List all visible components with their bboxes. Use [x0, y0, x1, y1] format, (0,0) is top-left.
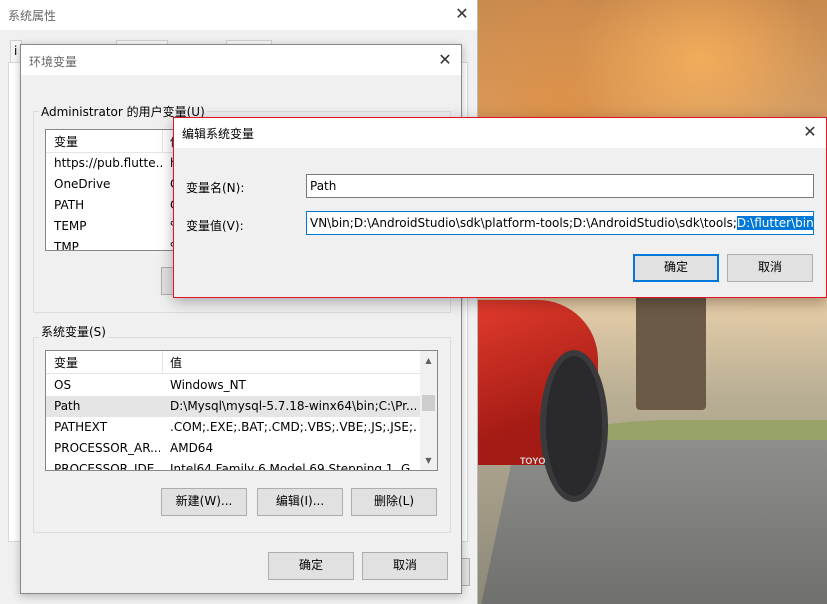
system-properties-title: 系统属性	[8, 9, 57, 23]
system-col-value[interactable]: 值	[170, 354, 182, 371]
scrollbar-thumb[interactable]	[422, 395, 435, 411]
user-row[interactable]: TMP %	[46, 237, 194, 251]
system-variables-scrollbar[interactable]: ▲ ▼	[420, 351, 437, 470]
system-row-value: D:\Mysql\mysql-5.7.18-winx64\bin;C:\Pr..…	[170, 399, 416, 413]
system-properties-titlebar: 系统属性 ✕	[0, 0, 477, 30]
system-new-button[interactable]: 新建(W)...	[161, 488, 247, 516]
edit-system-variable-window: 编辑系统变量 ✕ 变量名(N): Path 变量值(V): VN\bin;D:\…	[173, 117, 827, 298]
user-row[interactable]: https://pub.flutte... h	[46, 153, 194, 174]
system-row-name: PROCESSOR_AR...	[54, 441, 160, 455]
tab-stub-letter: i	[14, 44, 18, 58]
environment-variables-title: 环境变量	[29, 55, 78, 69]
user-row-name: OneDrive	[54, 177, 111, 191]
system-row-selected[interactable]: Path D:\Mysql\mysql-5.7.18-winx64\bin;C:…	[46, 396, 420, 417]
user-row-name: TEMP	[54, 219, 87, 233]
system-variables-label: 系统变量(S)	[39, 323, 108, 340]
system-edit-button[interactable]: 编辑(I)...	[257, 488, 343, 516]
system-row-value: Intel64 Family 6 Model 69 Stepping 1, G.…	[170, 462, 416, 471]
edit-variable-close-icon[interactable]: ✕	[800, 122, 820, 142]
user-col-variable[interactable]: 变量	[54, 133, 78, 150]
system-delete-button[interactable]: 删除(L)	[351, 488, 437, 516]
scroll-down-icon[interactable]: ▼	[420, 452, 437, 469]
env-ok-button[interactable]: 确定	[268, 552, 354, 580]
system-variables-list[interactable]: 变量 值 OS Windows_NT Path D:\Mysql\mysql-5…	[45, 350, 438, 471]
scroll-up-icon[interactable]: ▲	[420, 352, 437, 369]
system-row-name: OS	[54, 378, 72, 392]
system-row-name: Path	[54, 399, 81, 413]
system-row-value: AMD64	[170, 441, 214, 455]
user-col-separator[interactable]	[162, 130, 163, 152]
edit-cancel-button[interactable]: 取消	[727, 254, 813, 282]
wallpaper-wheel	[540, 350, 608, 502]
user-row-name: https://pub.flutte...	[54, 156, 162, 170]
system-col-variable[interactable]: 变量	[54, 354, 78, 371]
system-row[interactable]: PATHEXT .COM;.EXE;.BAT;.CMD;.VBS;.VBE;.J…	[46, 417, 420, 438]
system-row-name: PATHEXT	[54, 420, 108, 434]
variable-value-selected-text: D:\flutter\bin	[736, 216, 814, 230]
system-col-separator[interactable]	[162, 351, 163, 373]
system-properties-close-icon[interactable]: ✕	[452, 4, 472, 24]
edit-ok-button[interactable]: 确定	[633, 254, 719, 282]
user-row[interactable]: PATH C	[46, 195, 194, 216]
user-row[interactable]: OneDrive C	[46, 174, 194, 195]
env-cancel-button[interactable]: 取消	[362, 552, 448, 580]
system-row-value: Windows_NT	[170, 378, 246, 392]
variable-name-field[interactable]: Path	[306, 174, 814, 198]
variable-name-label: 变量名(N):	[186, 181, 245, 195]
variable-value-field[interactable]: VN\bin;D:\AndroidStudio\sdk\platform-too…	[306, 211, 814, 235]
edit-variable-titlebar: 编辑系统变量 ✕	[174, 118, 826, 148]
system-variables-header: 变量 值	[46, 351, 437, 374]
user-row-name: TMP	[54, 240, 79, 251]
user-variables-header: 变量 值	[46, 130, 194, 153]
variable-name-value: Path	[310, 179, 337, 193]
system-row[interactable]: OS Windows_NT	[46, 375, 420, 396]
wallpaper-tire-text: TOYO	[520, 456, 546, 466]
user-row[interactable]: TEMP %	[46, 216, 194, 237]
system-row[interactable]: PROCESSOR_AR... AMD64	[46, 438, 420, 459]
variable-value-text: VN\bin;D:\AndroidStudio\sdk\platform-too…	[310, 216, 737, 230]
variable-value-label: 变量值(V):	[186, 219, 244, 233]
user-row-name: PATH	[54, 198, 85, 212]
system-row[interactable]: PROCESSOR_IDE... Intel64 Family 6 Model …	[46, 459, 420, 471]
system-row-value: .COM;.EXE;.BAT;.CMD;.VBS;.VBE;.JS;.JSE;.…	[170, 420, 416, 434]
environment-variables-close-icon[interactable]: ✕	[435, 50, 455, 70]
environment-variables-titlebar: 环境变量 ✕	[21, 45, 461, 75]
edit-variable-title: 编辑系统变量	[182, 127, 255, 141]
system-row-name: PROCESSOR_IDE...	[54, 462, 160, 471]
